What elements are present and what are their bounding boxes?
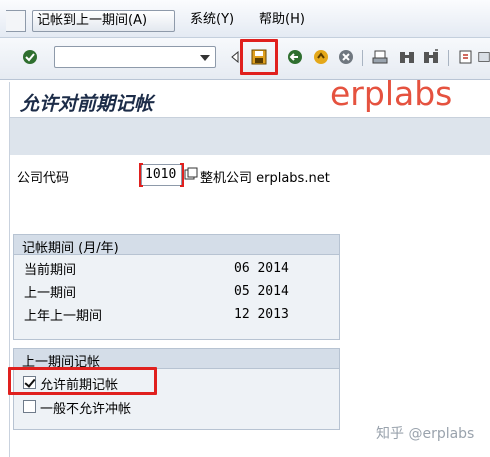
last-year-previous-period-label: 上年上一期间 xyxy=(24,309,103,324)
value-help-icon[interactable] xyxy=(184,167,198,181)
exit-icon[interactable] xyxy=(311,47,331,67)
application-toolbar xyxy=(10,117,490,155)
previous-period-value: 05 2014 xyxy=(234,284,289,299)
check-icon[interactable] xyxy=(20,47,40,67)
field-bracket-left xyxy=(139,163,143,187)
find-next-icon[interactable] xyxy=(421,47,441,67)
erplabs-watermark: erplabs xyxy=(330,74,453,113)
current-period-label: 当前期间 xyxy=(24,263,77,278)
checkbox-highlight-box xyxy=(8,367,157,395)
menu-label: 记帐到上一期间(A) xyxy=(37,13,148,28)
company-description: 整机公司 erplabs.net xyxy=(200,171,330,186)
zhihu-watermark: 知乎 @erplabs xyxy=(376,426,475,442)
group-title: 记帐期间 (月/年) xyxy=(22,241,119,256)
menu-help[interactable]: 帮助(H) xyxy=(255,10,309,32)
menu-bar: 记帐到上一期间(A) 系统(Y) 帮助(H) xyxy=(0,0,490,38)
company-code-value: 1010 xyxy=(145,167,177,182)
cancel-icon[interactable] xyxy=(336,47,356,67)
current-period-value: 06 2014 xyxy=(234,261,289,276)
last-year-previous-period-value: 12 2013 xyxy=(234,307,289,322)
command-field[interactable] xyxy=(54,46,216,68)
menu-stub xyxy=(6,10,26,32)
menu-label: 帮助(H) xyxy=(259,12,305,27)
toolbar-separator xyxy=(448,50,449,66)
page-title: 允许对前期记帐 xyxy=(20,93,154,115)
print-icon[interactable] xyxy=(370,47,390,67)
company-code-label: 公司代码 xyxy=(17,171,70,186)
company-code-field[interactable]: 1010 xyxy=(139,163,184,187)
menu-label: 系统(Y) xyxy=(190,12,235,27)
no-reversal-checkbox[interactable] xyxy=(23,400,36,413)
toolbar-separator xyxy=(362,50,363,66)
chevron-down-icon[interactable] xyxy=(200,55,210,61)
menu-system[interactable]: 系统(Y) xyxy=(186,10,238,32)
new-session-icon[interactable] xyxy=(456,47,476,67)
back-icon[interactable] xyxy=(285,47,305,67)
save-highlight-box xyxy=(240,39,278,75)
no-reversal-label: 一般不允许冲帐 xyxy=(40,402,132,417)
menu-post-previous-period[interactable]: 记帐到上一期间(A) xyxy=(32,10,175,32)
layout-icon[interactable] xyxy=(478,47,490,67)
find-icon[interactable] xyxy=(397,47,417,67)
previous-period-label: 上一期间 xyxy=(24,286,77,301)
